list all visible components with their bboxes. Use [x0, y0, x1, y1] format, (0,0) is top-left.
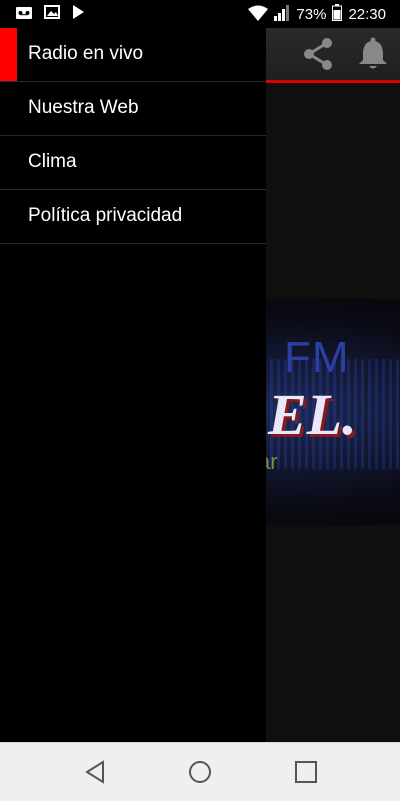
play-icon [72, 5, 84, 24]
image-icon [44, 5, 60, 24]
clock: 22:30 [348, 6, 386, 23]
recents-icon[interactable] [294, 760, 318, 789]
status-bar: 73% 22:30 [0, 0, 400, 28]
menu-item-radio-en-vivo[interactable]: Radio en vivo [0, 28, 266, 82]
system-navigation-bar [0, 742, 400, 801]
menu-item-clima[interactable]: Clima [0, 136, 266, 190]
menu-item-nuestra-web[interactable]: Nuestra Web [0, 82, 266, 136]
home-icon[interactable] [188, 760, 212, 789]
battery-percent: 73% [296, 6, 327, 23]
logo-fm-text: FM [284, 333, 350, 382]
battery-icon [332, 4, 343, 25]
share-icon[interactable] [300, 36, 336, 77]
wifi-icon [248, 5, 269, 25]
navigation-drawer: Radio en vivo Nuestra Web Clima Política… [0, 28, 266, 742]
signal-icon [274, 4, 290, 25]
menu-item-label: Radio en vivo [28, 43, 144, 64]
menu-item-label: Política privacidad [28, 205, 183, 226]
voicemail-icon [16, 6, 32, 24]
menu-item-label: Clima [28, 151, 77, 172]
menu-item-label: Nuestra Web [28, 97, 139, 118]
back-icon[interactable] [84, 760, 106, 789]
logo-main-text: EL. [268, 382, 357, 447]
bell-icon[interactable] [356, 36, 390, 77]
menu-item-politica-privacidad[interactable]: Política privacidad [0, 190, 266, 244]
